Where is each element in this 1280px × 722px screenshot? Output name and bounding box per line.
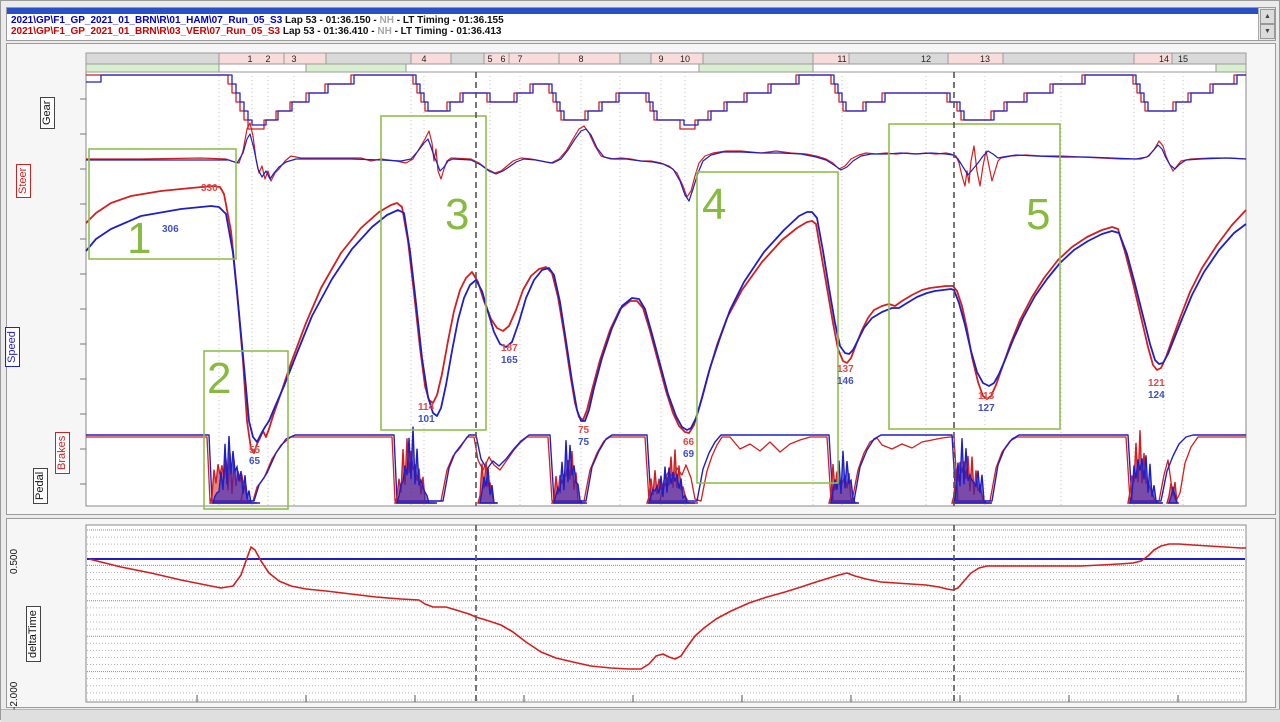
telemetry-main-chart-panel[interactable] bbox=[6, 43, 1276, 515]
channel-label-gear: Gear bbox=[40, 97, 55, 129]
lt-timing-text: - LT Timing - 01:36.413 bbox=[392, 26, 502, 37]
scroll-up-icon[interactable]: ▲ bbox=[1260, 9, 1275, 24]
channel-label-brakes: Brakes bbox=[55, 432, 70, 474]
lap-time-text: Lap 53 - 01:36.410 - bbox=[280, 26, 377, 37]
lap-info-line-ham: 2021\GP\F1_GP_2021_01_BRN\R\01_HAM\07_Ru… bbox=[11, 15, 504, 26]
channel-label-speed: Speed bbox=[5, 327, 20, 367]
delta-axis-min: -2.000 bbox=[9, 682, 20, 710]
channel-label-deltatime: deltaTime bbox=[26, 606, 41, 662]
lap-info-line-ver: 2021\GP\F1_GP_2021_01_BRN\R\03_VER\07_Ru… bbox=[11, 26, 501, 37]
lap-time-text: Lap 53 - 01:36.150 - bbox=[282, 15, 379, 26]
header-scrollbar[interactable]: ▲ ▼ bbox=[1258, 8, 1275, 40]
lap-file-path: 2021\GP\F1_GP_2021_01_BRN\R\01_HAM\07_Ru… bbox=[11, 15, 282, 26]
delta-axis-max: 0.500 bbox=[9, 549, 20, 574]
channel-label-pedal: Pedal bbox=[33, 468, 48, 504]
scroll-down-icon[interactable]: ▼ bbox=[1260, 24, 1275, 39]
status-strip bbox=[1, 709, 1280, 722]
lap-info-header-panel: 2021\GP\F1_GP_2021_01_BRN\R\01_HAM\07_Ru… bbox=[6, 7, 1276, 41]
driver-initials: NH bbox=[377, 26, 391, 37]
driver-initials: NH bbox=[380, 15, 394, 26]
lt-timing-text: - LT Timing - 01:36.155 bbox=[394, 15, 504, 26]
telemetry-app-window: 2021\GP\F1_GP_2021_01_BRN\R\01_HAM\07_Ru… bbox=[0, 0, 1280, 720]
header-title-bar bbox=[7, 8, 1259, 14]
lap-file-path: 2021\GP\F1_GP_2021_01_BRN\R\03_VER\07_Ru… bbox=[11, 26, 280, 37]
channel-label-steer: Steer bbox=[16, 164, 31, 198]
delta-time-chart-panel[interactable] bbox=[6, 518, 1276, 708]
